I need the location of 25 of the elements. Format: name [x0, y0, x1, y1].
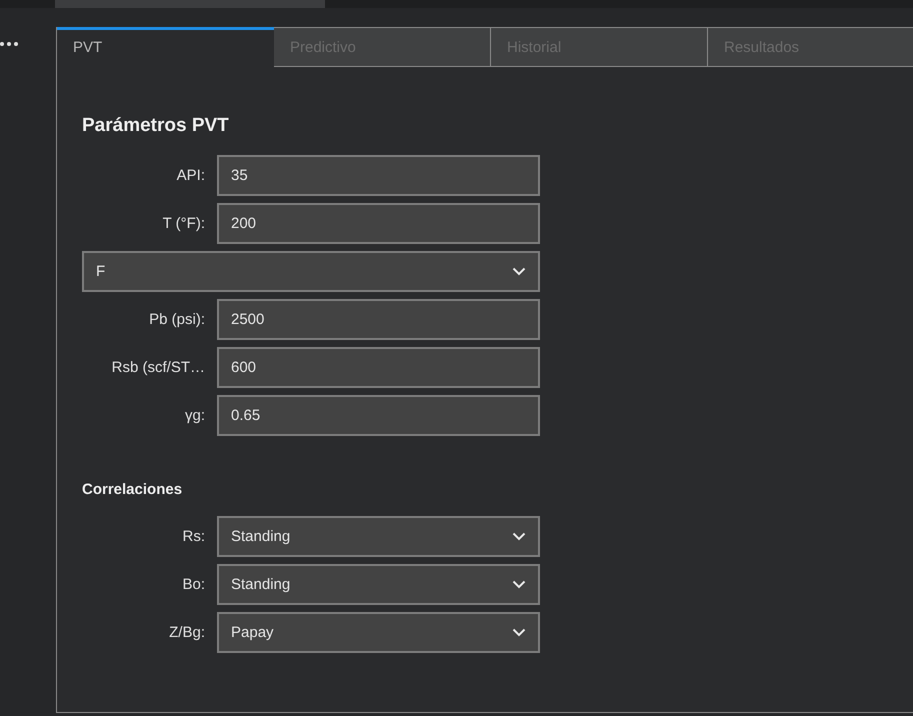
section-title: Correlaciones: [82, 481, 184, 498]
dropdown[interactable]: F: [82, 251, 540, 292]
field-label: γg:: [184, 407, 205, 424]
field-label: Rs:: [182, 528, 205, 545]
field-label: API:: [176, 167, 205, 184]
field-label: Bo:: [181, 576, 205, 593]
chevron-down-icon: [512, 580, 526, 589]
input-field[interactable]: 2500: [217, 299, 540, 340]
dropdown[interactable]: Papay: [217, 612, 540, 653]
input-field[interactable]: 600: [217, 347, 540, 388]
field-label: T (°F):: [162, 215, 205, 232]
field-label: Z/Bg:: [168, 624, 205, 641]
dropdown[interactable]: Standing: [217, 516, 540, 557]
section-title: Parámetros PVT: [82, 115, 230, 137]
field-label: Rsb (scf/ST…: [110, 359, 205, 376]
chevron-down-icon: [512, 532, 526, 541]
scrollbar[interactable]: [55, 0, 325, 8]
chevron-down-icon: [512, 628, 526, 637]
dropdown[interactable]: Standing: [217, 564, 540, 605]
more-icon[interactable]: [0, 42, 20, 46]
chevron-down-icon: [512, 267, 526, 276]
field-label: Pb (psi):: [148, 311, 205, 328]
input-field[interactable]: 0.65: [217, 395, 540, 436]
input-field[interactable]: 200: [217, 203, 540, 244]
input-field[interactable]: 35: [217, 155, 540, 196]
